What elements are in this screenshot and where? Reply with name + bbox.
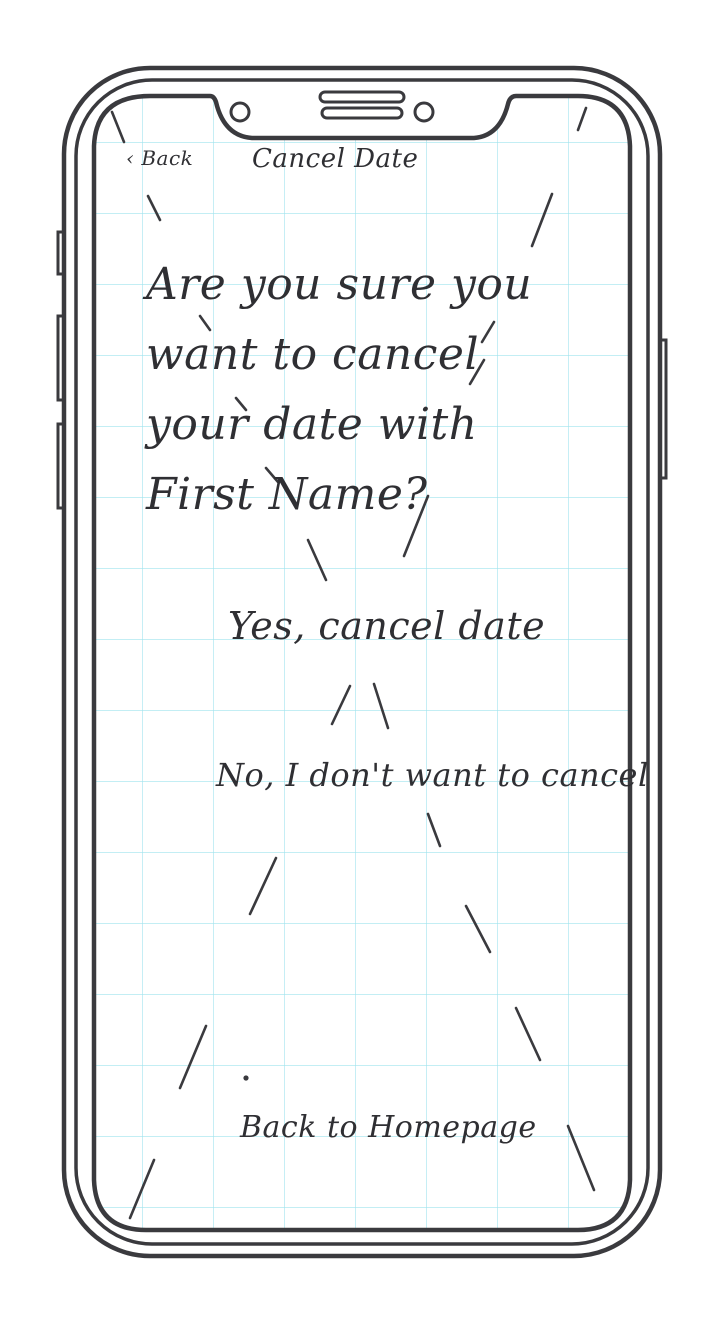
question-line: want to cancel — [146, 329, 480, 380]
camera-icon — [229, 101, 251, 123]
question-line: your date with — [146, 399, 478, 450]
back-to-homepage-link[interactable]: Back to Homepage — [240, 1110, 537, 1145]
decline-cancel-button[interactable]: No, I don't want to cancel — [216, 756, 649, 794]
question-line: First Name? — [146, 469, 428, 520]
back-link[interactable]: ‹ Back — [126, 146, 193, 170]
confirmation-question: Are you sure you want to cancel your dat… — [146, 250, 533, 530]
page-title: Cancel Date — [252, 144, 419, 174]
sensor-icon — [413, 101, 435, 123]
confirm-cancel-button[interactable]: Yes, cancel date — [228, 604, 545, 648]
question-line: Are you sure you — [146, 259, 533, 310]
speaker-grille — [318, 90, 406, 104]
screen: ‹ Back Cancel Date Are you sure you want… — [0, 0, 724, 1320]
